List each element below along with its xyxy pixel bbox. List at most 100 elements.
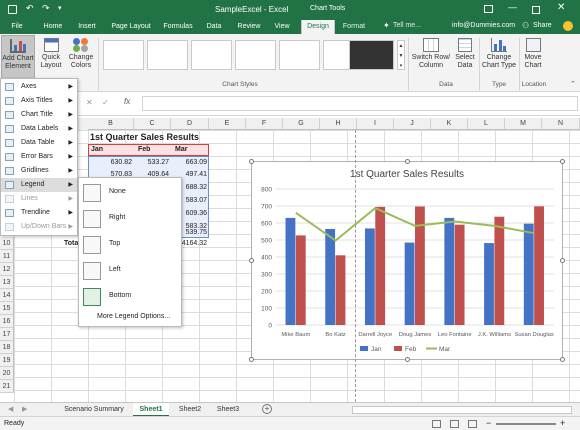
row-header[interactable]: 21 [0,380,14,393]
column-header[interactable]: G [283,118,320,130]
switch-row-column-button[interactable]: Switch Row/ Column [411,38,451,78]
legend-option-bottom[interactable]: Bottom [79,284,182,310]
page-break-view-icon[interactable] [468,420,477,428]
undo-icon[interactable]: ↶ [26,3,34,14]
legend-option-right[interactable]: Right [79,206,182,232]
sheet-tab-scenario-summary[interactable]: Scenario Summary [58,403,130,417]
share-button[interactable]: Share [533,22,552,29]
row-header[interactable]: 20 [0,367,14,380]
row-header[interactable]: 16 [0,315,14,328]
smiley-icon[interactable] [563,21,573,31]
more-legend-options[interactable]: More Legend Options... [97,313,170,320]
select-data-button[interactable]: Select Data [452,38,478,78]
chart-style-thumb-5[interactable] [279,40,320,70]
change-chart-type-button[interactable]: Change Chart Type [480,38,518,78]
column-header[interactable]: I [357,118,394,130]
column-header[interactable]: B [88,118,134,130]
menu-item-axis-titles[interactable]: Axis Titles ▶ [1,94,77,108]
account-name[interactable]: info@Dummies.com [452,22,515,29]
tab-formulas[interactable]: Formulas [160,20,196,34]
chart-style-thumb-2[interactable] [147,40,188,70]
tab-page-layout[interactable]: Page Layout [109,20,153,34]
row-header[interactable]: 17 [0,328,14,341]
row-header[interactable]: 10 [0,237,14,250]
column-header[interactable]: D [171,118,209,130]
page-layout-view-icon[interactable] [450,420,459,428]
header-feb[interactable]: Feb [138,143,150,156]
formula-input[interactable] [142,96,578,111]
header-mar[interactable]: Mar [175,143,187,156]
maximize-icon[interactable] [532,6,540,14]
horizontal-scrollbar[interactable] [352,406,572,414]
ribbon-display-icon[interactable] [484,5,493,13]
total-label[interactable]: Tota [64,237,78,250]
tab-insert[interactable]: Insert [74,20,100,34]
resize-handle[interactable] [560,159,565,164]
menu-item-trendline[interactable]: Trendline ▶ [1,206,77,220]
zoom-slider[interactable] [496,423,556,425]
row-header[interactable]: 19 [0,354,14,367]
tab-data[interactable]: Data [203,20,225,34]
move-chart-button[interactable]: Move Chart [520,38,546,78]
resize-handle[interactable] [249,357,254,362]
legend-option-left[interactable]: Left [79,258,182,284]
row-header[interactable]: 14 [0,289,14,302]
row-header[interactable]: 11 [0,250,14,263]
row-header[interactable]: 15 [0,302,14,315]
resize-handle[interactable] [405,357,410,362]
row-header[interactable]: 13 [0,276,14,289]
menu-item-data-labels[interactable]: Data Labels ▶ [1,122,77,136]
change-colors-button[interactable]: Change Colors [66,35,96,79]
menu-item-legend[interactable]: Legend ▶ [1,178,77,192]
tab-home[interactable]: Home [40,20,66,34]
column-header[interactable]: H [320,118,357,130]
legend-option-top[interactable]: Top [79,232,182,258]
column-header[interactable]: C [134,118,171,130]
save-icon[interactable] [8,5,17,14]
zoom-out-icon[interactable]: − [486,418,491,428]
menu-item-chart-title[interactable]: Chart Title ▶ [1,108,77,122]
enter-formula-icon[interactable]: ✓ [102,98,109,107]
legend-option-none[interactable]: None [79,180,182,206]
resize-handle[interactable] [249,258,254,263]
customize-qat-icon[interactable]: ▾ [58,4,62,12]
prev-sheet-icon[interactable]: ◀ [8,405,13,413]
collapse-ribbon-icon[interactable]: ⌃ [570,80,576,88]
close-icon[interactable]: ✕ [557,2,565,13]
row-header[interactable]: 18 [0,341,14,354]
tab-file[interactable]: File [6,20,28,34]
add-chart-element-button[interactable]: Add Chart Element [1,35,35,79]
resize-handle[interactable] [560,357,565,362]
resize-handle[interactable] [405,159,410,164]
sheet-title[interactable]: 1st Quarter Sales Results [90,130,199,144]
minimize-icon[interactable]: — [508,2,517,12]
sheet-tab-sheet3[interactable]: Sheet3 [210,403,246,417]
column-header[interactable]: E [209,118,246,130]
header-jan[interactable]: Jan [91,143,103,156]
zoom-in-icon[interactable]: + [560,418,565,428]
menu-item-gridlines[interactable]: Gridlines ▶ [1,164,77,178]
chart-style-thumb-1[interactable] [103,40,144,70]
tab-format[interactable]: Format [339,20,369,34]
column-header[interactable]: F [246,118,283,130]
new-sheet-icon[interactable]: + [262,404,272,414]
column-header[interactable]: N [542,118,580,130]
tab-design[interactable]: Design [301,20,335,34]
chart-style-thumb-3[interactable] [191,40,232,70]
cancel-formula-icon[interactable]: ✕ [86,98,93,107]
menu-item-axes[interactable]: Axes ▶ [1,80,77,94]
chart-styles-scroll[interactable]: ▲ ▼ ▾ [397,40,405,70]
chart-style-thumb-4[interactable] [235,40,276,70]
column-header[interactable]: K [431,118,468,130]
menu-item-error-bars[interactable]: Error Bars ▶ [1,150,77,164]
next-sheet-icon[interactable]: ▶ [22,405,27,413]
normal-view-icon[interactable] [432,420,441,428]
column-header[interactable]: L [468,118,505,130]
menu-item-data-table[interactable]: Data Table ▶ [1,136,77,150]
sheet-tab-sheet1[interactable]: Sheet1 [133,403,169,417]
sheet-tab-sheet2[interactable]: Sheet2 [172,403,208,417]
tab-view[interactable]: View [271,20,293,34]
tell-me-box[interactable]: Tell me... [393,22,421,29]
resize-handle[interactable] [560,258,565,263]
insert-function-icon[interactable]: fx [124,97,130,106]
